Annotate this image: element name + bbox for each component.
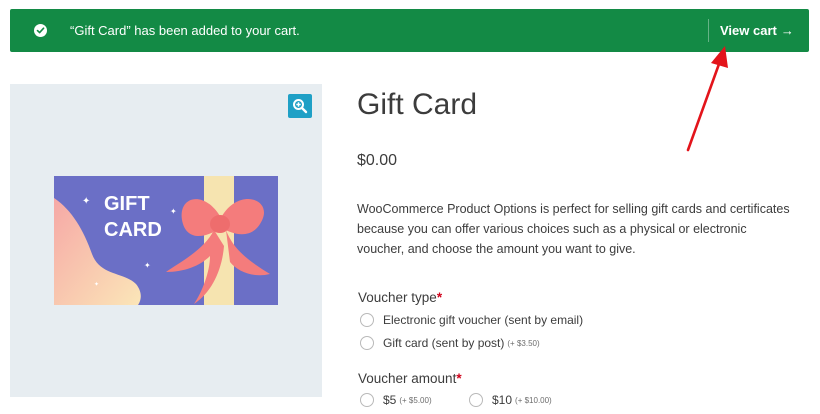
voucher-type-option-gift-card[interactable]: Gift card (sent by post) (+ $3.50) [360,336,540,350]
option-label: Gift card (sent by post) [383,336,505,350]
voucher-amount-label-text: Voucher amount [358,371,457,386]
voucher-amount-option-5[interactable]: $5 (+ $5.00) [360,393,432,407]
arrow-right-icon: → [780,23,794,38]
svg-text:✦: ✦ [170,207,177,216]
option-label: Electronic gift voucher (sent by email) [383,313,584,327]
voucher-type-label: Voucher type* [358,289,442,307]
option-price-extra: (+ $10.00) [515,395,552,405]
zoom-in-icon [293,99,308,114]
svg-text:✦: ✦ [144,261,151,270]
product-description: WooCommerce Product Options is perfect f… [357,202,790,256]
svg-text:✦: ✦ [94,281,99,288]
view-cart-link[interactable]: View cart → [720,22,794,39]
gift-card-text-line2: CARD [104,219,162,241]
option-price-extra: (+ $5.00) [399,395,432,405]
svg-text:✦: ✦ [82,196,90,207]
radio-button[interactable] [469,393,483,407]
view-cart-label: View cart [720,23,777,38]
radio-button[interactable] [360,336,374,350]
zoom-button[interactable] [288,94,312,118]
product-gallery: GIFT CARD ✦ ✦ ✦ ✦ [10,84,322,397]
notice-divider [708,19,709,42]
product-price: $0.00 [357,152,398,169]
radio-button[interactable] [360,393,374,407]
option-price-extra: (+ $3.50) [507,338,540,348]
required-mark: * [436,290,443,305]
gift-card-text-line1: GIFT [104,193,150,215]
required-mark: * [456,371,462,386]
voucher-amount-label: Voucher amount* [358,370,462,388]
option-label: $5 [383,393,397,407]
gift-card-image[interactable]: GIFT CARD ✦ ✦ ✦ ✦ [54,176,278,305]
voucher-amount-option-10[interactable]: $10 (+ $10.00) [469,393,552,407]
notice-message: “Gift Card” has been added to your cart. [70,23,300,38]
product-title: Gift Card [357,88,478,121]
cart-notice: “Gift Card” has been added to your cart.… [10,9,809,52]
check-circle-icon [34,24,47,37]
voucher-type-option-electronic[interactable]: Electronic gift voucher (sent by email) [360,313,583,327]
option-label: $10 [492,393,513,407]
voucher-type-label-text: Voucher type [358,290,437,305]
radio-button[interactable] [360,313,374,327]
